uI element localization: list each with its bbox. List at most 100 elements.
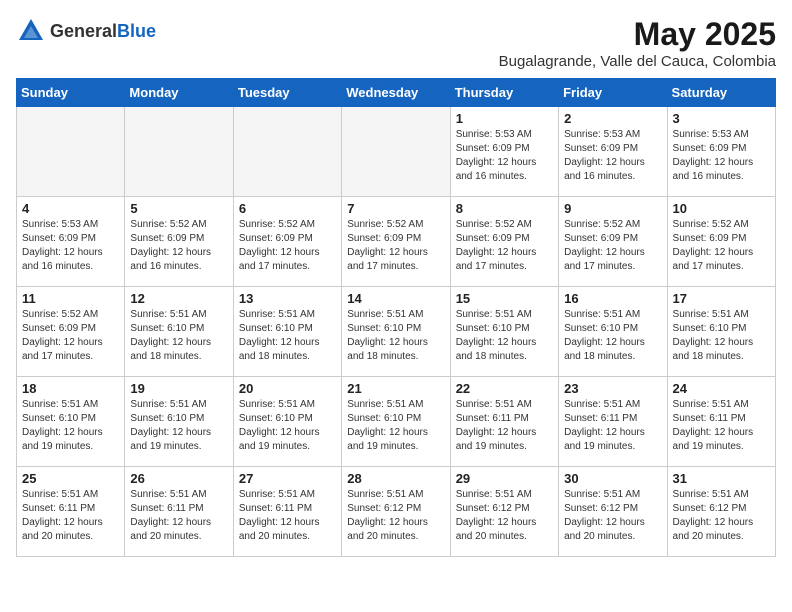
day-info: Sunrise: 5:51 AM Sunset: 6:11 PM Dayligh… xyxy=(130,488,227,544)
day-info: Sunrise: 5:53 AM Sunset: 6:09 PM Dayligh… xyxy=(22,218,119,274)
calendar-cell: 2 Sunrise: 5:53 AM Sunset: 6:09 PM Daylig… xyxy=(559,107,667,197)
day-number: 11 xyxy=(22,291,119,306)
calendar-cell: 23 Sunrise: 5:51 AM Sunset: 6:11 PM Dayli… xyxy=(559,377,667,467)
calendar-cell: 8Sunrise: 5:52 AM Sunset: 6:09 PM Daylig… xyxy=(450,197,558,287)
calendar-cell: 21Sunrise: 5:51 AM Sunset: 6:10 PM Dayli… xyxy=(342,377,450,467)
calendar-cell: 18 Sunrise: 5:51 AM Sunset: 6:10 PM Dayli… xyxy=(17,377,125,467)
day-number: 16 xyxy=(564,291,661,306)
calendar-cell: 22 Sunrise: 5:51 AM Sunset: 6:11 PM Dayli… xyxy=(450,377,558,467)
header-day-sunday: Sunday xyxy=(17,79,125,107)
day-info: Sunrise: 5:51 AM Sunset: 6:10 PM Dayligh… xyxy=(456,308,553,364)
day-info: Sunrise: 5:51 AM Sunset: 6:11 PM Dayligh… xyxy=(673,398,770,454)
day-info: Sunrise: 5:53 AM Sunset: 6:09 PM Dayligh… xyxy=(456,128,553,184)
day-info: Sunrise: 5:51 AM Sunset: 6:12 PM Dayligh… xyxy=(564,488,661,544)
calendar-week-5: 25 Sunrise: 5:51 AM Sunset: 6:11 PM Dayli… xyxy=(17,467,776,557)
day-number: 19 xyxy=(130,381,227,396)
calendar-cell: 11Sunrise: 5:52 AM Sunset: 6:09 PM Dayli… xyxy=(17,287,125,377)
calendar-cell: 24 Sunrise: 5:51 AM Sunset: 6:11 PM Dayli… xyxy=(667,377,775,467)
day-number: 23 xyxy=(564,381,661,396)
calendar-cell: 30 Sunrise: 5:51 AM Sunset: 6:12 PM Dayli… xyxy=(559,467,667,557)
calendar-cell: 12Sunrise: 5:51 AM Sunset: 6:10 PM Dayli… xyxy=(125,287,233,377)
logo-icon xyxy=(16,16,46,46)
day-info: Sunrise: 5:52 AM Sunset: 6:09 PM Dayligh… xyxy=(564,218,661,274)
day-number: 30 xyxy=(564,471,661,486)
calendar-cell: 6 Sunrise: 5:52 AM Sunset: 6:09 PM Daylig… xyxy=(233,197,341,287)
day-number: 18 xyxy=(22,381,119,396)
header-top: GeneralBlue May 2025 Bugalagrande, Valle… xyxy=(16,16,776,70)
calendar-cell: 16 Sunrise: 5:51 AM Sunset: 6:10 PM Dayli… xyxy=(559,287,667,377)
day-info: Sunrise: 5:52 AM Sunset: 6:09 PM Dayligh… xyxy=(130,218,227,274)
calendar-cell: 31Sunrise: 5:51 AM Sunset: 6:12 PM Dayli… xyxy=(667,467,775,557)
calendar-cell: 4 Sunrise: 5:53 AM Sunset: 6:09 PM Daylig… xyxy=(17,197,125,287)
day-number: 20 xyxy=(239,381,336,396)
calendar-header-row: SundayMondayTuesdayWednesdayThursdayFrid… xyxy=(17,79,776,107)
day-info: Sunrise: 5:51 AM Sunset: 6:11 PM Dayligh… xyxy=(564,398,661,454)
day-number: 5 xyxy=(130,201,227,216)
day-info: Sunrise: 5:51 AM Sunset: 6:10 PM Dayligh… xyxy=(564,308,661,364)
day-number: 29 xyxy=(456,471,553,486)
day-info: Sunrise: 5:53 AM Sunset: 6:09 PM Dayligh… xyxy=(673,128,770,184)
calendar-cell xyxy=(342,107,450,197)
day-number: 24 xyxy=(673,381,770,396)
day-info: Sunrise: 5:51 AM Sunset: 6:10 PM Dayligh… xyxy=(130,308,227,364)
calendar-cell: 27Sunrise: 5:51 AM Sunset: 6:11 PM Dayli… xyxy=(233,467,341,557)
calendar-cell xyxy=(17,107,125,197)
calendar-cell: 26 Sunrise: 5:51 AM Sunset: 6:11 PM Dayli… xyxy=(125,467,233,557)
calendar-cell: 7Sunrise: 5:52 AM Sunset: 6:09 PM Daylig… xyxy=(342,197,450,287)
day-info: Sunrise: 5:52 AM Sunset: 6:09 PM Dayligh… xyxy=(239,218,336,274)
day-number: 6 xyxy=(239,201,336,216)
calendar-cell: 13Sunrise: 5:51 AM Sunset: 6:10 PM Dayli… xyxy=(233,287,341,377)
logo-text-blue: Blue xyxy=(117,21,156,41)
day-info: Sunrise: 5:51 AM Sunset: 6:10 PM Dayligh… xyxy=(673,308,770,364)
calendar-cell: 17Sunrise: 5:51 AM Sunset: 6:10 PM Dayli… xyxy=(667,287,775,377)
header-day-saturday: Saturday xyxy=(667,79,775,107)
header-day-monday: Monday xyxy=(125,79,233,107)
header-day-thursday: Thursday xyxy=(450,79,558,107)
calendar-week-4: 18 Sunrise: 5:51 AM Sunset: 6:10 PM Dayli… xyxy=(17,377,776,467)
calendar-week-1: 1 Sunrise: 5:53 AM Sunset: 6:09 PM Daylig… xyxy=(17,107,776,197)
calendar-week-3: 11Sunrise: 5:52 AM Sunset: 6:09 PM Dayli… xyxy=(17,287,776,377)
logo-text-general: General xyxy=(50,21,117,41)
calendar-cell: 10Sunrise: 5:52 AM Sunset: 6:09 PM Dayli… xyxy=(667,197,775,287)
day-info: Sunrise: 5:51 AM Sunset: 6:10 PM Dayligh… xyxy=(130,398,227,454)
header-day-wednesday: Wednesday xyxy=(342,79,450,107)
day-number: 28 xyxy=(347,471,444,486)
calendar-cell: 5 Sunrise: 5:52 AM Sunset: 6:09 PM Daylig… xyxy=(125,197,233,287)
day-number: 2 xyxy=(564,111,661,126)
day-info: Sunrise: 5:51 AM Sunset: 6:10 PM Dayligh… xyxy=(347,308,444,364)
day-number: 1 xyxy=(456,111,553,126)
day-info: Sunrise: 5:51 AM Sunset: 6:10 PM Dayligh… xyxy=(239,398,336,454)
day-info: Sunrise: 5:51 AM Sunset: 6:11 PM Dayligh… xyxy=(456,398,553,454)
day-info: Sunrise: 5:51 AM Sunset: 6:11 PM Dayligh… xyxy=(239,488,336,544)
calendar-cell xyxy=(125,107,233,197)
calendar-cell: 20 Sunrise: 5:51 AM Sunset: 6:10 PM Dayli… xyxy=(233,377,341,467)
title-block: May 2025 Bugalagrande, Valle del Cauca, … xyxy=(499,16,776,70)
day-info: Sunrise: 5:52 AM Sunset: 6:09 PM Dayligh… xyxy=(456,218,553,274)
day-number: 9 xyxy=(564,201,661,216)
header-day-tuesday: Tuesday xyxy=(233,79,341,107)
day-info: Sunrise: 5:51 AM Sunset: 6:10 PM Dayligh… xyxy=(239,308,336,364)
header-day-friday: Friday xyxy=(559,79,667,107)
day-number: 4 xyxy=(22,201,119,216)
calendar-cell: 3Sunrise: 5:53 AM Sunset: 6:09 PM Daylig… xyxy=(667,107,775,197)
calendar-week-2: 4 Sunrise: 5:53 AM Sunset: 6:09 PM Daylig… xyxy=(17,197,776,287)
day-info: Sunrise: 5:53 AM Sunset: 6:09 PM Dayligh… xyxy=(564,128,661,184)
calendar-cell: 14Sunrise: 5:51 AM Sunset: 6:10 PM Dayli… xyxy=(342,287,450,377)
day-number: 10 xyxy=(673,201,770,216)
calendar-cell: 29Sunrise: 5:51 AM Sunset: 6:12 PM Dayli… xyxy=(450,467,558,557)
day-number: 7 xyxy=(347,201,444,216)
day-number: 21 xyxy=(347,381,444,396)
location: Bugalagrande, Valle del Cauca, Colombia xyxy=(499,53,776,70)
calendar-cell: 1 Sunrise: 5:53 AM Sunset: 6:09 PM Daylig… xyxy=(450,107,558,197)
day-number: 26 xyxy=(130,471,227,486)
day-number: 15 xyxy=(456,291,553,306)
calendar-cell: 28 Sunrise: 5:51 AM Sunset: 6:12 PM Dayli… xyxy=(342,467,450,557)
day-info: Sunrise: 5:51 AM Sunset: 6:10 PM Dayligh… xyxy=(22,398,119,454)
day-number: 25 xyxy=(22,471,119,486)
day-number: 22 xyxy=(456,381,553,396)
calendar-cell: 25Sunrise: 5:51 AM Sunset: 6:11 PM Dayli… xyxy=(17,467,125,557)
calendar-cell: 9 Sunrise: 5:52 AM Sunset: 6:09 PM Daylig… xyxy=(559,197,667,287)
month-year: May 2025 xyxy=(499,16,776,53)
calendar-table: SundayMondayTuesdayWednesdayThursdayFrid… xyxy=(16,78,776,557)
day-info: Sunrise: 5:51 AM Sunset: 6:12 PM Dayligh… xyxy=(347,488,444,544)
